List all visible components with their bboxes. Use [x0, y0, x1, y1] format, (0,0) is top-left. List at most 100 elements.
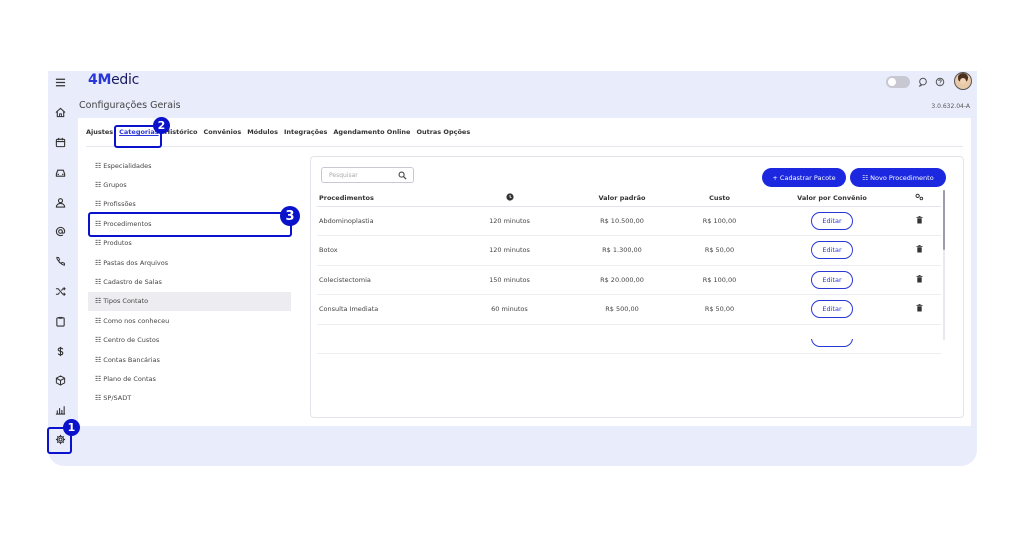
- tab-ajustes[interactable]: Ajustes: [86, 128, 113, 136]
- chat-icon[interactable]: [917, 76, 929, 88]
- list-icon: ☷: [95, 355, 102, 364]
- delete-cell: [897, 206, 941, 236]
- list-icon: ☷: [95, 200, 102, 209]
- insurance-value-cell: Editar: [767, 294, 897, 325]
- procedure-duration: 60 minutos: [447, 294, 572, 325]
- column-header-duration[interactable]: [447, 190, 572, 207]
- list-icon: ☷: [95, 297, 102, 306]
- procedure-name: Consulta Imediata: [317, 294, 447, 325]
- list-icon: ☷: [95, 278, 102, 287]
- category-item-como-nos-conheceu[interactable]: ☷ Como nos conheceu: [88, 311, 291, 330]
- app-frame: 4Medic Configurações Gerais 3.0.632.04-A…: [48, 71, 977, 466]
- delete-cell: [897, 235, 941, 266]
- procedure-duration: 120 minutos: [447, 235, 572, 266]
- procedure-price: R$ 500,00: [572, 294, 672, 325]
- scroll-thumb[interactable]: [943, 190, 945, 250]
- procedure-price: R$ 1.300,00: [572, 235, 672, 266]
- help-icon[interactable]: [934, 76, 946, 88]
- list-icon: ☷: [95, 374, 102, 383]
- procedure-cost: R$ 100,00: [672, 265, 767, 295]
- delete-cell: [897, 265, 941, 295]
- list-icon: ☷: [95, 258, 102, 267]
- list-icon: ☷: [95, 394, 102, 403]
- tabs-divider: [86, 146, 963, 147]
- trash-icon[interactable]: [915, 215, 923, 224]
- delete-cell: [897, 294, 941, 325]
- clipboard-icon[interactable]: [52, 313, 68, 329]
- edit-button[interactable]: Editar: [811, 300, 853, 319]
- category-item-grupos[interactable]: ☷ Grupos: [88, 175, 291, 194]
- version-label: 3.0.632.04-A: [931, 103, 970, 110]
- list-icon: ☷: [95, 181, 102, 190]
- highlight-procedimentos-item: [88, 212, 292, 237]
- category-item-sp-sadt[interactable]: ☷ SP/SADT: [88, 389, 291, 408]
- user-icon[interactable]: [52, 194, 68, 210]
- category-item-plano-de-contas[interactable]: ☷ Plano de Contas: [88, 369, 291, 388]
- at-sign-icon[interactable]: [52, 223, 68, 239]
- tab-outras-opcoes[interactable]: Outras Opções: [416, 128, 470, 136]
- step-badge-3: 3: [280, 206, 300, 226]
- procedure-name: Colecistectomia: [317, 265, 447, 295]
- edit-button[interactable]: Editar: [811, 241, 853, 260]
- procedure-cost: R$ 50,00: [672, 235, 767, 266]
- category-item-especialidades[interactable]: ☷ Especialidades: [88, 156, 291, 175]
- phone-icon[interactable]: [52, 253, 68, 269]
- table-scrollbar[interactable]: [943, 190, 945, 340]
- search-input[interactable]: Pesquisar: [321, 167, 414, 183]
- new-procedure-button[interactable]: ☷ Novo Procedimento: [850, 168, 946, 187]
- menu-icon[interactable]: [52, 74, 68, 90]
- shuffle-icon[interactable]: [52, 283, 68, 299]
- home-icon[interactable]: [52, 104, 68, 120]
- category-item-centro-de-custos[interactable]: ☷ Centro de Custos: [88, 331, 291, 350]
- search-icon: [398, 171, 407, 180]
- category-item-tipos-contato[interactable]: ☷ Tipos Contato: [88, 291, 291, 312]
- dollar-icon[interactable]: [52, 343, 68, 359]
- category-item-pastas-dos-arquivos[interactable]: ☷ Pastas dos Arquivos: [88, 253, 291, 272]
- category-item-contas-bancarias[interactable]: ☷ Contas Bancárias: [88, 350, 291, 369]
- procedures-card: Pesquisar + Cadastrar Pacote ☷ Novo Proc…: [310, 156, 964, 418]
- list-icon: ☷: [95, 336, 102, 345]
- add-package-button[interactable]: + Cadastrar Pacote: [762, 168, 846, 187]
- user-avatar[interactable]: [954, 72, 972, 90]
- list-icon: ☷: [95, 161, 102, 170]
- table-row[interactable]: Botox 120 minutos R$ 1.300,00 R$ 50,00 E…: [317, 235, 941, 266]
- edit-button[interactable]: Editar: [811, 211, 853, 230]
- table-row[interactable]: Abdominoplastia 120 minutos R$ 10.500,00…: [317, 206, 941, 236]
- procedure-name: Abdominoplastia: [317, 206, 447, 236]
- table-row[interactable]: Colecistectomia 150 minutos R$ 20.000,00…: [317, 265, 941, 295]
- tab-historico[interactable]: Histórico: [165, 128, 198, 136]
- insurance-value-cell: Editar: [767, 235, 897, 266]
- trash-icon[interactable]: [915, 245, 923, 253]
- box-icon[interactable]: [52, 372, 68, 388]
- theme-toggle[interactable]: [886, 76, 910, 88]
- table-header-row: Procedimentos Valor padrão Custo Valor p…: [317, 190, 941, 207]
- step-badge-2: 2: [153, 117, 170, 134]
- analytics-icon[interactable]: [52, 401, 68, 417]
- table-clip: [312, 329, 942, 339]
- table-row[interactable]: Consulta Imediata 60 minutos R$ 500,00 R…: [317, 294, 941, 325]
- tab-convenios[interactable]: Convênios: [204, 128, 242, 136]
- column-header-settings[interactable]: [897, 190, 941, 207]
- column-header-price[interactable]: Valor padrão: [572, 190, 672, 207]
- column-header-cost[interactable]: Custo: [672, 190, 767, 207]
- column-header-procedures[interactable]: Procedimentos: [317, 190, 447, 207]
- calendar-icon[interactable]: [52, 134, 68, 150]
- trash-icon[interactable]: [915, 274, 923, 283]
- trash-icon[interactable]: [915, 304, 923, 312]
- column-header-insurance-value[interactable]: Valor por Convênio: [767, 190, 897, 207]
- procedure-cost: R$ 100,00: [672, 206, 767, 236]
- left-nav-rail: [48, 71, 72, 466]
- edit-button[interactable]: Editar: [811, 270, 853, 289]
- gears-icon: [914, 193, 923, 200]
- category-item-cadastro-de-salas[interactable]: ☷ Cadastro de Salas: [88, 272, 291, 291]
- tab-integracoes[interactable]: Integrações: [284, 128, 327, 136]
- car-icon[interactable]: [52, 164, 68, 180]
- list-icon: ☷: [95, 239, 102, 248]
- tab-agendamento-online[interactable]: Agendamento Online: [333, 128, 410, 136]
- search-placeholder: Pesquisar: [329, 172, 358, 179]
- tab-modulos[interactable]: Módulos: [247, 128, 278, 136]
- procedure-duration: 150 minutos: [447, 265, 572, 295]
- step-badge-1: 1: [63, 419, 80, 436]
- list-icon: ☷: [95, 316, 102, 325]
- procedure-name: Botox: [317, 235, 447, 266]
